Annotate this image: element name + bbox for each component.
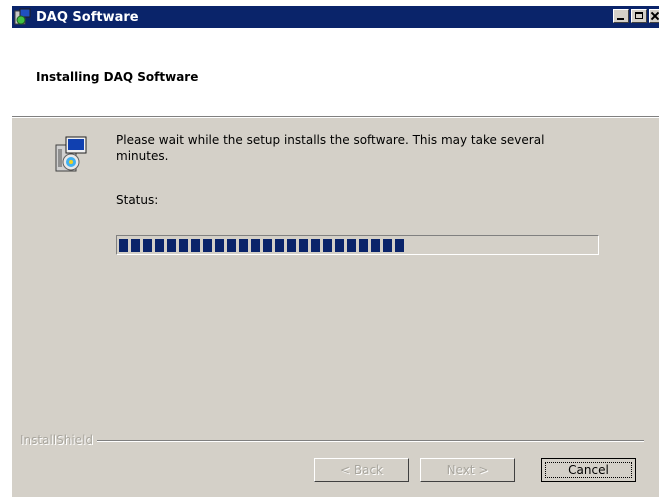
window-title: DAQ Software: [36, 9, 139, 25]
progress-bar: [116, 235, 599, 255]
back-button-label: < Back: [339, 463, 383, 477]
back-button[interactable]: < Back: [314, 458, 409, 482]
cancel-focus-rect: Cancel: [545, 462, 632, 478]
status-label: Status:: [116, 193, 159, 207]
page-title: Installing DAQ Software: [36, 70, 199, 84]
header-panel: Installing DAQ Software: [12, 28, 659, 116]
status-message: Please wait while the setup installs the…: [116, 133, 545, 163]
installshield-brand: InstallShield: [20, 433, 98, 447]
cancel-button[interactable]: Cancel: [541, 458, 636, 482]
header-divider-highlight: [12, 117, 659, 118]
setup-icon: [54, 135, 88, 173]
next-button-label: Next >: [446, 463, 489, 477]
next-button[interactable]: Next >: [420, 458, 515, 482]
footer-divider-highlight: [20, 441, 644, 442]
cancel-button-label: Cancel: [568, 463, 609, 477]
setup-icon: [14, 8, 32, 26]
window-controls: [613, 9, 659, 23]
progress-fill: [119, 239, 406, 252]
maximize-icon[interactable]: [631, 9, 647, 23]
close-icon[interactable]: [649, 9, 659, 23]
title-bar[interactable]: DAQ Software: [12, 6, 659, 28]
installer-window: DAQ Software Installing DAQ Software Ple…: [12, 6, 659, 497]
minimize-icon[interactable]: [613, 9, 629, 23]
